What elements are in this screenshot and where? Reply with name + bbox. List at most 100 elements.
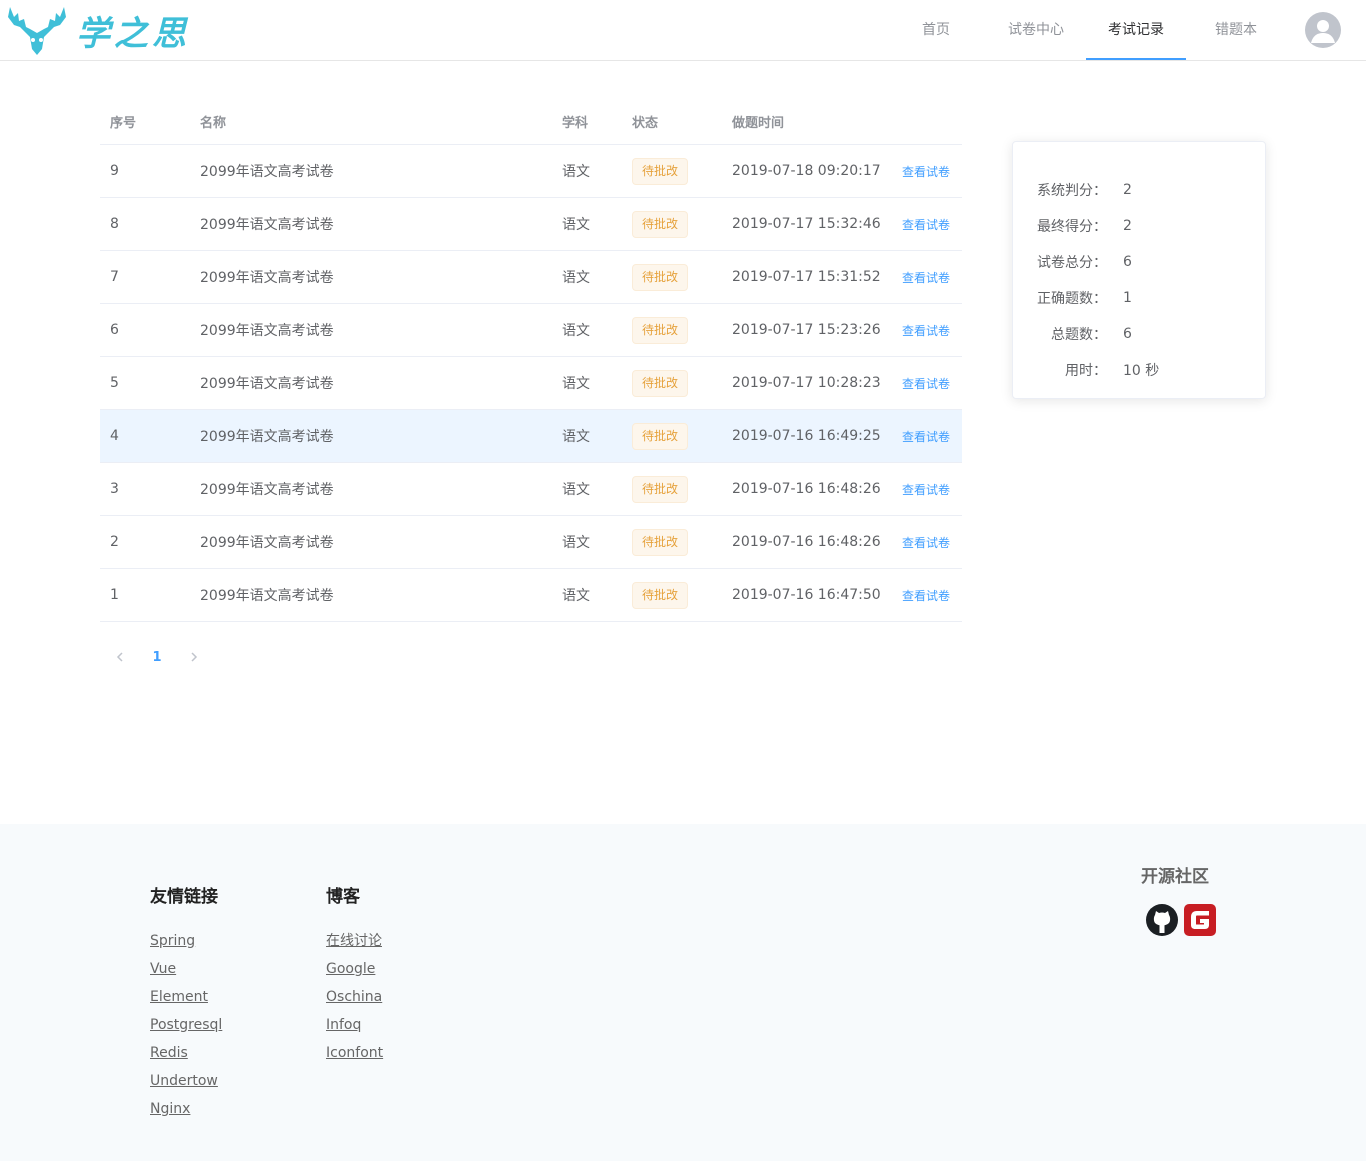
stat-value: 10 秒	[1123, 363, 1160, 379]
prev-page-button[interactable]	[108, 644, 132, 670]
cell-index: 2	[110, 534, 119, 550]
stat-final-score: 最终得分： 2	[1013, 208, 1265, 244]
footer-link-redis[interactable]: Redis	[150, 1044, 222, 1072]
cell-name: 2099年语文高考试卷	[200, 482, 334, 498]
status-badge: 待批改	[632, 369, 689, 397]
blog-link-oschina[interactable]: Oschina	[326, 988, 383, 1016]
cell-index: 4	[110, 428, 119, 444]
cell-time: 2019-07-18 09:20:17	[732, 163, 881, 179]
avatar[interactable]	[1305, 12, 1341, 48]
col-header-status: 状态	[632, 115, 659, 131]
footer-link-nginx[interactable]: Nginx	[150, 1100, 222, 1128]
footer-link-spring[interactable]: Spring	[150, 932, 222, 960]
status-badge: 待批改	[632, 157, 689, 185]
table-row: 3 2099年语文高考试卷 语文 待批改 2019-07-16 16:48:26 查看试卷	[100, 463, 962, 516]
view-paper-link[interactable]: 查看试卷	[902, 377, 950, 391]
cell-name: 2099年语文高考试卷	[200, 323, 334, 339]
cell-subject: 语文	[562, 323, 590, 339]
cell-index: 8	[110, 216, 119, 232]
col-header-subject: 学科	[562, 115, 589, 131]
view-paper-link[interactable]: 查看试卷	[902, 589, 950, 603]
footer: 友情链接 Spring Vue Element Postgresql Redis…	[0, 824, 1366, 1161]
page-number[interactable]: 1	[142, 644, 172, 670]
cell-time: 2019-07-17 15:32:46	[732, 216, 881, 232]
view-paper-link[interactable]: 查看试卷	[902, 271, 950, 285]
stat-correct-count: 正确题数： 1	[1013, 280, 1265, 316]
table-body: 9 2099年语文高考试卷 语文 待批改 2019-07-18 09:20:17 查看试卷…	[100, 145, 962, 622]
status-badge: 待批改	[632, 581, 689, 609]
cell-index: 7	[110, 269, 119, 285]
status-badge: 待批改	[632, 475, 689, 503]
stat-duration: 用时： 10 秒	[1013, 352, 1265, 388]
user-icon	[1311, 20, 1335, 43]
github-icon[interactable]	[1145, 903, 1179, 937]
table-row: 2 2099年语文高考试卷 语文 待批改 2019-07-16 16:48:26 查看试卷	[100, 516, 962, 569]
nav-exam-records[interactable]: 考试记录	[1086, 0, 1186, 60]
blog-link-google[interactable]: Google	[326, 960, 383, 988]
cell-name: 2099年语文高考试卷	[200, 164, 334, 180]
cell-status: 待批改	[632, 528, 732, 556]
gitee-icon[interactable]	[1183, 903, 1217, 937]
nav-home[interactable]: 首页	[886, 0, 986, 60]
col-header-index: 序号	[110, 115, 137, 131]
stat-value: 2	[1123, 182, 1132, 198]
deer-logo-icon	[8, 7, 66, 55]
table-row: 8 2099年语文高考试卷 语文 待批改 2019-07-17 15:32:46 查看试卷	[100, 198, 962, 251]
cell-subject: 语文	[562, 535, 590, 551]
cell-subject: 语文	[562, 164, 590, 180]
friend-links: 友情链接 Spring Vue Element Postgresql Redis…	[150, 882, 222, 1128]
status-badge: 待批改	[632, 422, 689, 450]
stat-label: 总题数：	[1051, 327, 1107, 343]
exam-records-table: 序号 名称 学科 状态 做题时间 9 2099年语文高考试卷 语文 待批改 2019-0…	[100, 98, 962, 622]
cell-action: 查看试卷	[902, 216, 962, 233]
cell-action: 查看试卷	[902, 163, 962, 180]
cell-status: 待批改	[632, 157, 732, 185]
col-header-time: 做题时间	[732, 115, 785, 131]
footer-link-postgresql[interactable]: Postgresql	[150, 1016, 222, 1044]
footer-link-undertow[interactable]: Undertow	[150, 1072, 222, 1100]
logo[interactable]: 学之思	[4, 2, 190, 58]
status-badge: 待批改	[632, 263, 689, 291]
nav-paper-center[interactable]: 试卷中心	[986, 0, 1086, 60]
cell-status: 待批改	[632, 581, 732, 609]
community-icons	[1145, 903, 1221, 937]
view-paper-link[interactable]: 查看试卷	[902, 165, 950, 179]
view-paper-link[interactable]: 查看试卷	[902, 430, 950, 444]
table-row: 9 2099年语文高考试卷 语文 待批改 2019-07-18 09:20:17 查看试卷	[100, 145, 962, 198]
cell-action: 查看试卷	[902, 375, 962, 392]
logo-text: 学之思	[76, 13, 190, 54]
cell-action: 查看试卷	[902, 481, 962, 498]
stat-value: 6	[1123, 326, 1132, 342]
view-paper-link[interactable]: 查看试卷	[902, 536, 950, 550]
view-paper-link[interactable]: 查看试卷	[902, 324, 950, 338]
chevron-right-icon	[191, 652, 198, 662]
stat-label: 最终得分：	[1037, 219, 1107, 235]
cell-status: 待批改	[632, 369, 732, 397]
next-page-button[interactable]	[182, 644, 206, 670]
stat-value: 6	[1123, 254, 1132, 270]
cell-status: 待批改	[632, 316, 732, 344]
blog-links: 博客 在线讨论 Google Oschina Infoq Iconfont	[326, 882, 383, 1072]
blog-link-iconfont[interactable]: Iconfont	[326, 1044, 383, 1072]
friend-links-title: 友情链接	[150, 887, 218, 907]
cell-name: 2099年语文高考试卷	[200, 270, 334, 286]
exam-result-card: 系统判分： 2 最终得分： 2 试卷总分： 6 正确题数： 1 总题数： 6 用时： 10 …	[1012, 141, 1266, 399]
blog-link-infoq[interactable]: Infoq	[326, 1016, 383, 1044]
chevron-left-icon	[116, 652, 123, 662]
cell-action: 查看试卷	[902, 587, 962, 604]
col-header-name: 名称	[200, 115, 227, 131]
top-header: 学之思 首页 试卷中心 考试记录 错题本	[0, 0, 1366, 61]
community-title: 开源社区	[1141, 867, 1209, 887]
cell-name: 2099年语文高考试卷	[200, 376, 334, 392]
view-paper-link[interactable]: 查看试卷	[902, 483, 950, 497]
avatar-wrap	[1286, 0, 1366, 60]
view-paper-link[interactable]: 查看试卷	[902, 218, 950, 232]
stat-value: 1	[1123, 290, 1132, 306]
footer-link-element[interactable]: Element	[150, 988, 222, 1016]
footer-link-vue[interactable]: Vue	[150, 960, 222, 988]
nav-wrong-questions[interactable]: 错题本	[1186, 0, 1286, 60]
cell-time: 2019-07-16 16:49:25	[732, 428, 881, 444]
stat-label: 系统判分：	[1037, 183, 1107, 199]
cell-action: 查看试卷	[902, 428, 962, 445]
blog-link-discussion[interactable]: 在线讨论	[326, 932, 383, 960]
